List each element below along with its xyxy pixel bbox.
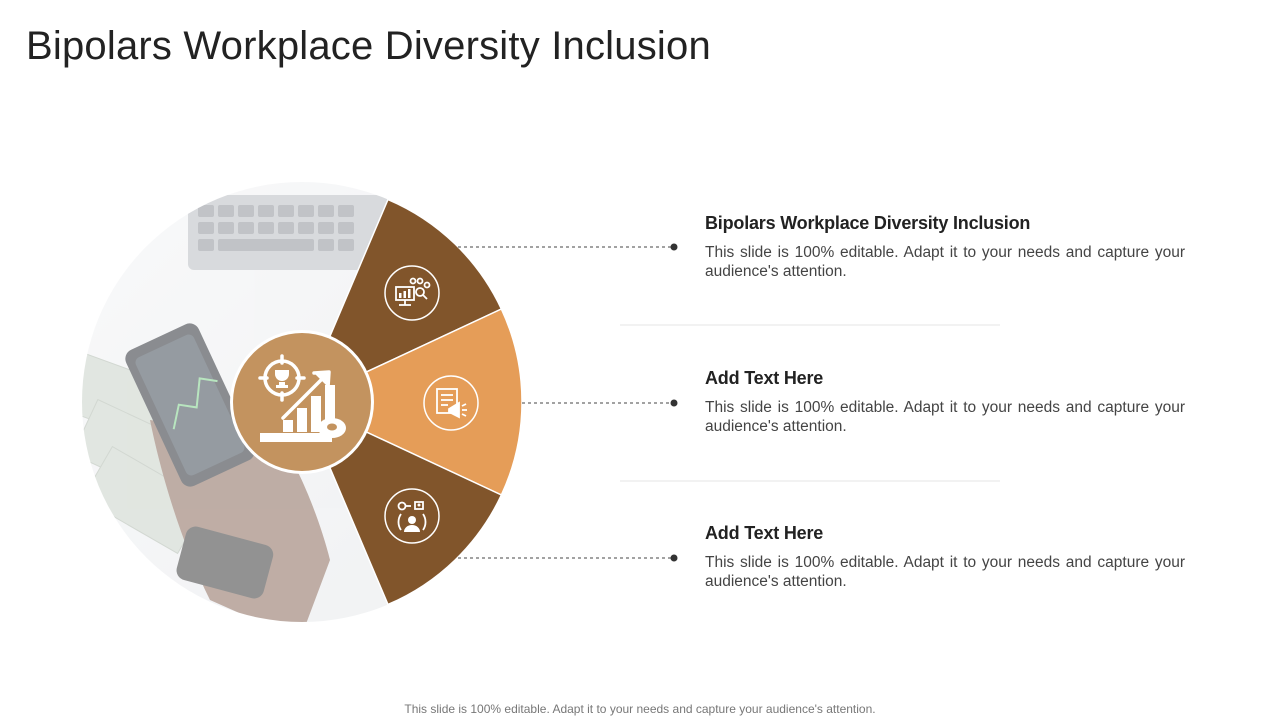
connector-2-dot <box>670 399 678 407</box>
item-3-heading: Add Text Here <box>705 523 824 543</box>
item-1: Bipolars Workplace Diversity Inclusion T… <box>705 213 1185 281</box>
item-1-heading: Bipolars Workplace Diversity Inclusion <box>705 213 1031 233</box>
item-2-heading: Add Text Here <box>705 368 824 388</box>
connector-1-dot <box>670 243 678 251</box>
center-circle <box>230 330 374 474</box>
circle-segment-diagram <box>82 182 1000 622</box>
item-2-text: This slide is 100% editable. Adapt it to… <box>705 399 1185 435</box>
item-1-text: This slide is 100% editable. Adapt it to… <box>705 244 1185 280</box>
item-3-text: This slide is 100% editable. Adapt it to… <box>705 554 1185 590</box>
item-3: Add Text Here This slide is 100% editabl… <box>705 523 1185 591</box>
connector-3-dot <box>670 554 678 562</box>
item-2: Add Text Here This slide is 100% editabl… <box>705 368 1185 436</box>
footer-note: This slide is 100% editable. Adapt it to… <box>404 702 876 716</box>
